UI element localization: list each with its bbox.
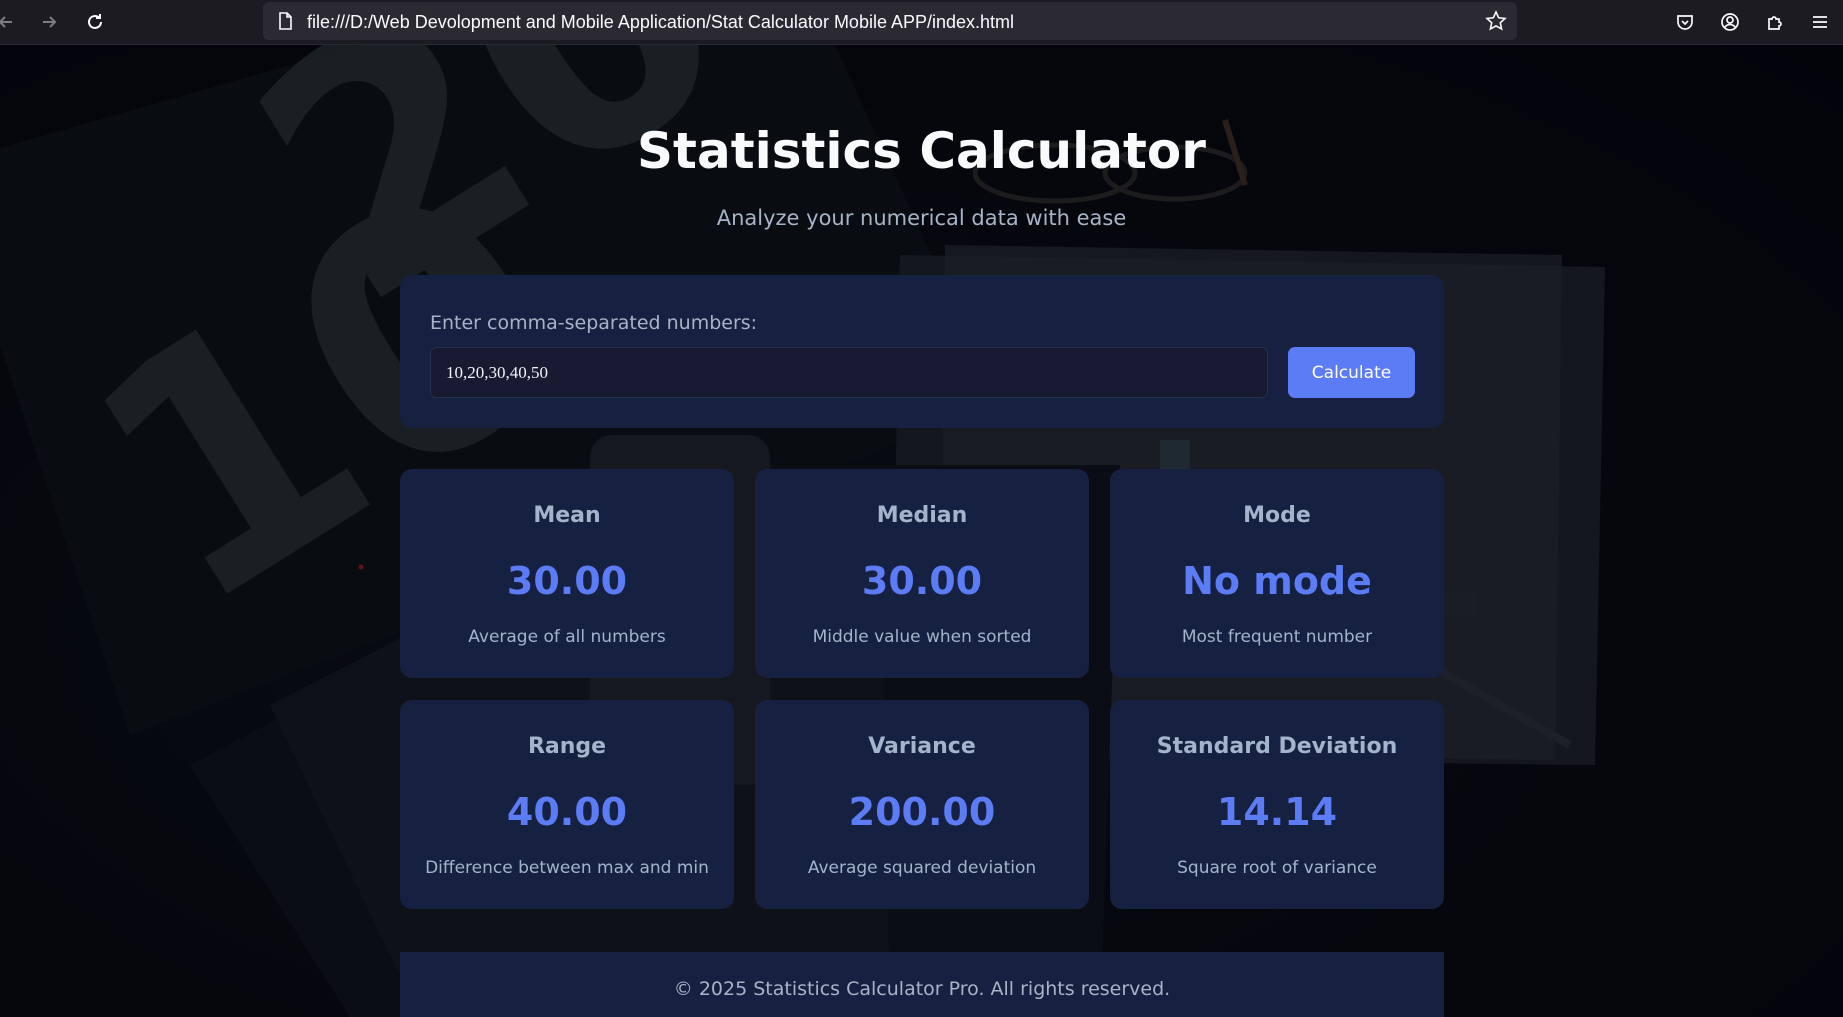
bookmark-star-icon[interactable] (1485, 10, 1507, 32)
reload-icon[interactable] (79, 6, 111, 38)
stat-value: 30.00 (861, 559, 983, 603)
stat-card-mean: Mean 30.00 Average of all numbers (400, 469, 734, 678)
stat-value: 40.00 (506, 790, 628, 834)
browser-toolbar: file:///D:/Web Devolopment and Mobile Ap… (0, 0, 1843, 45)
stat-description: Average squared deviation (807, 858, 1037, 878)
forward-arrow-icon[interactable] (33, 6, 65, 38)
pocket-icon[interactable] (1669, 6, 1701, 38)
stat-card-range: Range 40.00 Difference between max and m… (400, 700, 734, 909)
numbers-input[interactable] (430, 347, 1268, 398)
extensions-icon[interactable] (1759, 6, 1791, 38)
stat-value: No mode (1182, 559, 1372, 603)
footer: © 2025 Statistics Calculator Pro. All ri… (400, 952, 1444, 1017)
stat-name: Median (876, 503, 968, 528)
stat-card-median: Median 30.00 Middle value when sorted (755, 469, 1089, 678)
stat-description: Middle value when sorted (812, 627, 1032, 647)
stat-name: Mean (533, 503, 601, 528)
url-text: file:///D:/Web Devolopment and Mobile Ap… (307, 12, 1015, 32)
copyright-text: © 2025 Statistics Calculator Pro. All ri… (673, 978, 1171, 1000)
page-subtitle: Analyze your numerical data with ease (716, 206, 1127, 230)
url-bar[interactable]: file:///D:/Web Devolopment and Mobile Ap… (263, 2, 1517, 40)
numbers-input-label: Enter comma-separated numbers: (430, 312, 758, 334)
stat-name: Range (527, 734, 607, 759)
page-title: Statistics Calculator (637, 122, 1206, 180)
calculate-button[interactable]: Calculate (1288, 347, 1415, 398)
stat-card-mode: Mode No mode Most frequent number (1110, 469, 1444, 678)
stat-description: Difference between max and min (425, 858, 709, 878)
stat-description: Average of all numbers (468, 627, 666, 647)
stat-value: 14.14 (1216, 790, 1338, 834)
page-icon (275, 11, 295, 31)
account-icon[interactable] (1714, 6, 1746, 38)
back-arrow-icon[interactable] (0, 6, 22, 38)
stat-name: Standard Deviation (1156, 734, 1398, 759)
stat-value: 30.00 (506, 559, 628, 603)
stat-description: Most frequent number (1181, 627, 1373, 647)
stat-card-variance: Variance 200.00 Average squared deviatio… (755, 700, 1089, 909)
input-card: Enter comma-separated numbers: Calculate (400, 275, 1444, 428)
menu-icon[interactable] (1804, 6, 1836, 38)
stat-description: Square root of variance (1177, 858, 1377, 878)
stat-name: Variance (868, 734, 976, 759)
stat-card-standard-deviation: Standard Deviation 14.14 Square root of … (1110, 700, 1444, 909)
stat-name: Mode (1243, 503, 1311, 528)
stat-value: 200.00 (848, 790, 996, 834)
